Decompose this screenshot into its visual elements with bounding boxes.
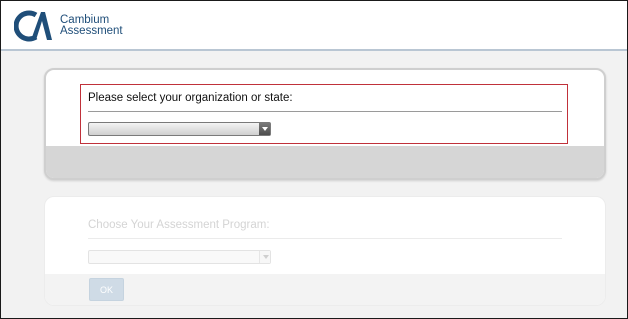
program-select-arrow[interactable] [259,251,270,263]
chevron-down-icon [263,255,269,259]
organization-select[interactable] [88,122,271,136]
organization-card-footer [46,146,604,178]
program-divider [88,238,562,239]
program-select[interactable] [88,250,271,264]
program-card-footer [45,274,605,305]
ok-button[interactable]: OK [89,278,124,301]
organization-prompt: Please select your organization or state… [88,92,293,104]
organization-select-arrow[interactable] [259,123,270,135]
cambium-ca-logo-icon [14,10,52,42]
brand-name: Cambium Assessment [60,14,123,37]
chevron-down-icon [262,127,268,131]
page-header: Cambium Assessment [1,1,627,49]
program-prompt: Choose Your Assessment Program: [88,219,270,231]
organization-divider [88,111,562,112]
brand-name-line2: Assessment [60,25,123,37]
